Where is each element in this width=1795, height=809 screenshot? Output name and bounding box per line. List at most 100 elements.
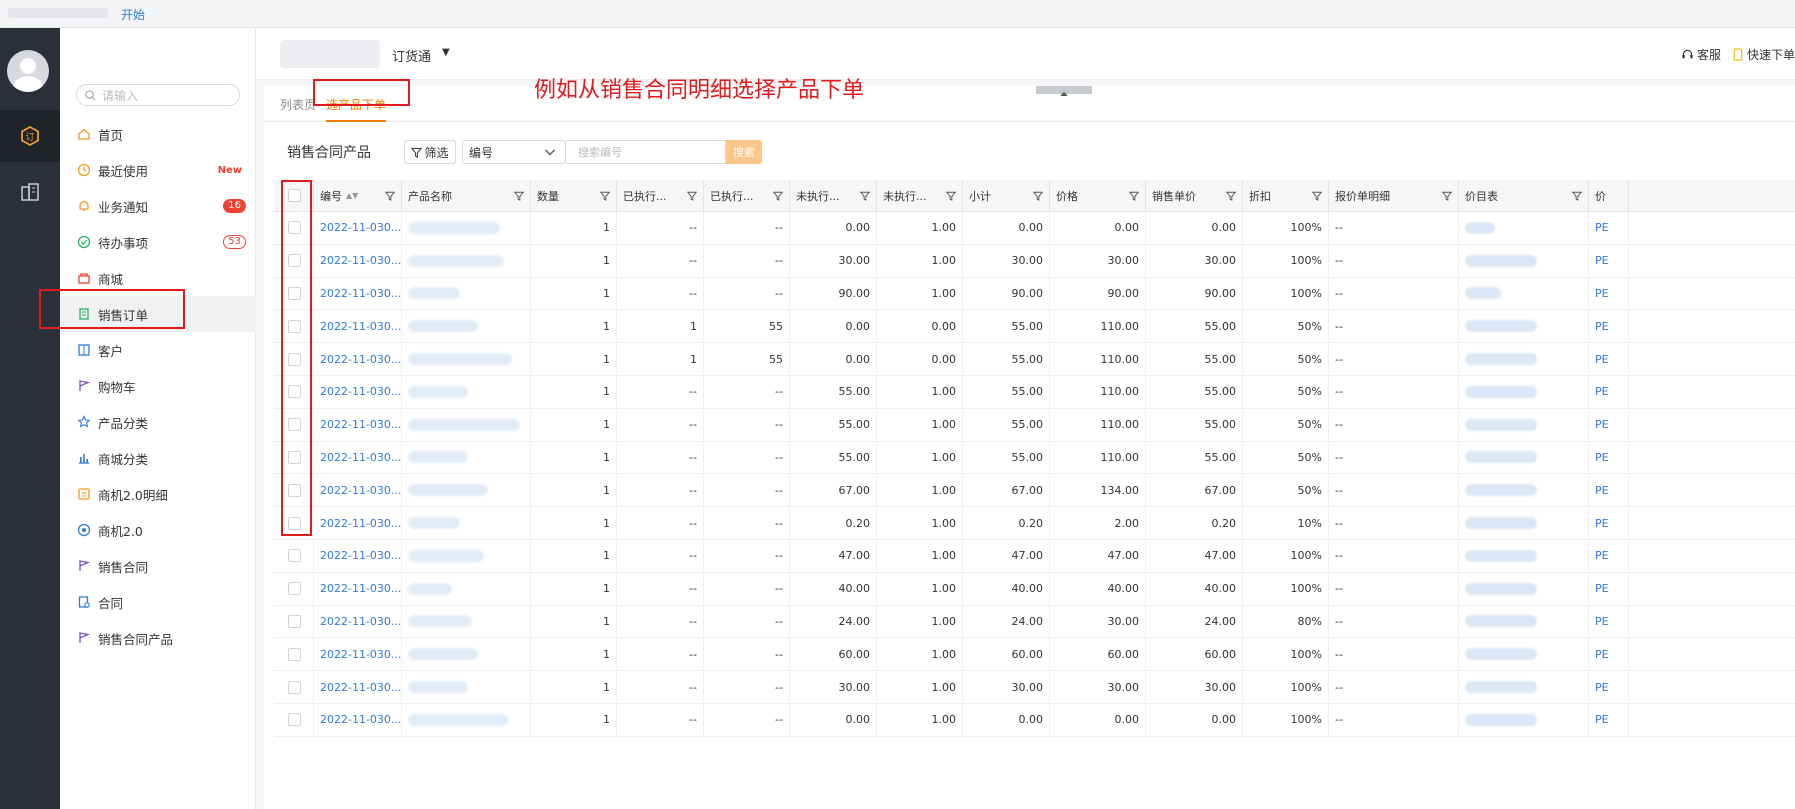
filter-icon[interactable] — [1312, 191, 1322, 201]
table-row[interactable]: 2022-11-030... 1 -- -- 30.00 1.00 30.00 30.00 30… — [274, 671, 1795, 704]
column-header[interactable]: 报价单明细 — [1329, 180, 1459, 211]
row-pe-link[interactable]: PE — [1595, 517, 1609, 530]
column-header[interactable]: 编号 ▲▼ — [314, 180, 402, 211]
row-pe-link[interactable]: PE — [1595, 648, 1609, 661]
row-pe-link[interactable]: PE — [1595, 353, 1609, 366]
filter-icon[interactable] — [946, 191, 956, 201]
table-row[interactable]: 2022-11-030... 1 -- -- 67.00 1.00 67.00 134.00 6… — [274, 474, 1795, 508]
row-id-link[interactable]: 2022-11-030... — [320, 221, 401, 234]
row-checkbox[interactable] — [288, 286, 301, 300]
row-pe-link[interactable]: PE — [1595, 320, 1609, 333]
table-row[interactable]: 2022-11-030... 1 -- -- 40.00 1.00 40.00 40.00 40… — [274, 572, 1795, 606]
sidebar-item-customer[interactable]: 客户 — [60, 332, 256, 368]
row-checkbox[interactable] — [288, 418, 301, 432]
sidebar-item-sales-contract-product[interactable]: 销售合同产品 — [60, 620, 256, 656]
search-field-select[interactable]: 编号 — [462, 140, 566, 164]
row-checkbox[interactable] — [288, 352, 301, 366]
filter-icon[interactable] — [1033, 191, 1043, 201]
sort-icon[interactable]: ▲▼ — [346, 191, 358, 200]
column-header[interactable]: 销售单价 — [1146, 180, 1243, 211]
sidebar-item-todo[interactable]: 待办事项 53 — [60, 224, 256, 260]
row-pe-link[interactable]: PE — [1595, 451, 1609, 464]
sidebar-item-sales-order[interactable]: 销售订单 — [60, 296, 256, 332]
table-row[interactable]: 2022-11-030... 1 -- -- 0.20 1.00 0.20 2.00 0.20 1… — [274, 507, 1795, 540]
row-pe-link[interactable]: PE — [1595, 287, 1609, 300]
table-row[interactable]: 2022-11-030... 1 -- -- 30.00 1.00 30.00 30.00 30… — [274, 244, 1795, 278]
sidebar-item-opportunity-detail[interactable]: 商机2.0明细 — [60, 476, 256, 512]
table-row[interactable]: 2022-11-030... 1 -- -- 55.00 1.00 55.00 110.00 5… — [274, 408, 1795, 442]
sidebar-item-mall[interactable]: 商城 — [60, 260, 256, 296]
row-checkbox[interactable] — [288, 385, 301, 399]
table-row[interactable]: 2022-11-030... 1 -- -- 24.00 1.00 24.00 30.00 24… — [274, 605, 1795, 639]
app-switcher[interactable]: 订货通 — [392, 46, 431, 65]
row-pe-link[interactable]: PE — [1595, 254, 1609, 267]
row-pe-link[interactable]: PE — [1595, 484, 1609, 497]
row-id-link[interactable]: 2022-11-030... — [320, 549, 401, 562]
row-id-link[interactable]: 2022-11-030... — [320, 254, 401, 267]
row-id-link[interactable]: 2022-11-030... — [320, 582, 401, 595]
sidebar-search-input[interactable]: 请输入 — [76, 84, 240, 106]
row-pe-link[interactable]: PE — [1595, 615, 1609, 628]
filter-icon[interactable] — [860, 191, 870, 201]
row-pe-link[interactable]: PE — [1595, 713, 1609, 726]
row-checkbox[interactable] — [288, 549, 301, 563]
filter-icon[interactable] — [773, 191, 783, 201]
row-checkbox[interactable] — [288, 680, 301, 694]
select-all-checkbox[interactable] — [288, 189, 301, 202]
sidebar-item-home[interactable]: 首页 — [60, 116, 256, 152]
table-row[interactable]: 2022-11-030... 1 -- -- 90.00 1.00 90.00 90.00 90… — [274, 277, 1795, 311]
column-header[interactable]: 已执行... — [704, 180, 790, 211]
filter-icon[interactable] — [1129, 191, 1139, 201]
table-row[interactable]: 2022-11-030... 1 -- -- 55.00 1.00 55.00 110.00 5… — [274, 375, 1795, 409]
column-header[interactable]: 小计 — [963, 180, 1050, 211]
filter-icon[interactable] — [514, 191, 524, 201]
search-input[interactable]: 搜索编号 — [566, 140, 726, 164]
row-id-link[interactable]: 2022-11-030... — [320, 681, 401, 694]
column-header[interactable]: 产品名称 — [402, 180, 531, 211]
row-pe-link[interactable]: PE — [1595, 549, 1609, 562]
filter-icon[interactable] — [687, 191, 697, 201]
table-row[interactable]: 2022-11-030... 1 -- -- 0.00 1.00 0.00 0.00 0.00 1… — [274, 703, 1795, 737]
quick-order-button[interactable]: 快速下单 — [1732, 46, 1795, 63]
filter-icon[interactable] — [1442, 191, 1452, 201]
filter-icon[interactable] — [385, 191, 395, 201]
filter-icon[interactable] — [1572, 191, 1582, 201]
row-pe-link[interactable]: PE — [1595, 582, 1609, 595]
row-checkbox[interactable] — [288, 319, 301, 333]
column-header[interactable]: 未执行... — [877, 180, 963, 211]
row-pe-link[interactable]: PE — [1595, 221, 1609, 234]
sidebar-item-recent[interactable]: 最近使用 New — [60, 152, 256, 188]
chevron-down-icon[interactable]: ▼ — [442, 47, 450, 58]
row-id-link[interactable]: 2022-11-030... — [320, 353, 401, 366]
rail-item-order[interactable]: 订 — [0, 110, 60, 162]
table-row[interactable]: 2022-11-030... 1 -- -- 47.00 1.00 47.00 47.00 47… — [274, 539, 1795, 573]
row-id-link[interactable]: 2022-11-030... — [320, 418, 401, 431]
row-id-link[interactable]: 2022-11-030... — [320, 615, 401, 628]
row-checkbox[interactable] — [288, 221, 301, 235]
filter-icon[interactable] — [600, 191, 610, 201]
tab-list-page[interactable]: 列表页 — [280, 96, 316, 113]
collapse-handle[interactable] — [1036, 86, 1092, 96]
row-id-link[interactable]: 2022-11-030... — [320, 713, 401, 726]
column-header[interactable]: 已执行... — [617, 180, 704, 211]
filter-icon[interactable] — [1226, 191, 1236, 201]
filter-button[interactable]: 筛选 — [404, 140, 456, 164]
table-row[interactable]: 2022-11-030... 1 1 55 0.00 0.00 55.00 110.00 55.… — [274, 310, 1795, 344]
sidebar-item-sales-contract[interactable]: 销售合同 — [60, 548, 256, 584]
row-checkbox[interactable] — [288, 254, 301, 268]
sidebar-item-cart[interactable]: 购物车 — [60, 368, 256, 404]
row-id-link[interactable]: 2022-11-030... — [320, 385, 401, 398]
row-id-link[interactable]: 2022-11-030... — [320, 320, 401, 333]
row-pe-link[interactable]: PE — [1595, 418, 1609, 431]
column-header[interactable]: 折扣 — [1243, 180, 1329, 211]
table-row[interactable]: 2022-11-030... 1 -- -- 0.00 1.00 0.00 0.00 0.00 1… — [274, 212, 1795, 245]
table-row[interactable]: 2022-11-030... 1 1 55 0.00 0.00 55.00 110.00 55.… — [274, 343, 1795, 376]
row-checkbox[interactable] — [288, 483, 301, 497]
row-id-link[interactable]: 2022-11-030... — [320, 451, 401, 464]
row-checkbox[interactable] — [288, 516, 301, 530]
sidebar-item-mall-category[interactable]: 商城分类 — [60, 440, 256, 476]
column-header[interactable]: 价目表 — [1459, 180, 1589, 211]
row-id-link[interactable]: 2022-11-030... — [320, 648, 401, 661]
column-header[interactable]: 未执行... — [790, 180, 877, 211]
search-button[interactable]: 搜索 — [726, 140, 762, 164]
